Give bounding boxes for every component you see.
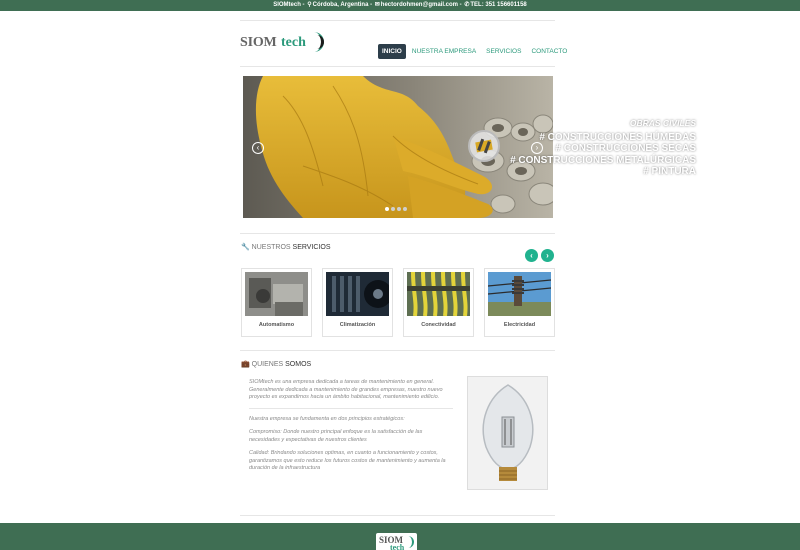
services-heading: 🔧 NUESTROS SERVICIOS bbox=[241, 243, 331, 251]
slide-line: # CONSTRUCCIONES METALÚRGICAS bbox=[510, 154, 696, 166]
about-heading-bold: SOMOS bbox=[285, 361, 312, 368]
services-next-button[interactable]: › bbox=[541, 249, 554, 262]
topbar-phone: TEL: 351 156601158 bbox=[470, 2, 527, 8]
divider bbox=[249, 407, 453, 409]
service-image bbox=[407, 272, 470, 316]
logo-swoosh-icon bbox=[314, 32, 324, 52]
hero-image bbox=[243, 76, 553, 218]
divider bbox=[240, 350, 555, 351]
slider-next-button[interactable]: › bbox=[531, 142, 543, 154]
slider-prev-button[interactable]: ‹ bbox=[252, 142, 264, 154]
service-card-climatizacion[interactable]: Climatización bbox=[322, 268, 393, 337]
services-heading-bold: SERVICIOS bbox=[292, 244, 331, 251]
service-label: Electricidad bbox=[503, 322, 536, 328]
logo-swoosh-icon bbox=[408, 536, 414, 548]
topbar-separator: - bbox=[458, 2, 464, 8]
footer-logo[interactable]: SIOM tech bbox=[376, 533, 417, 550]
service-image bbox=[245, 272, 308, 316]
divider bbox=[240, 515, 555, 516]
hero-slider[interactable] bbox=[243, 76, 553, 218]
logo-text-tech: tech bbox=[281, 35, 306, 50]
service-image bbox=[326, 272, 389, 316]
about-text: SIOMtech es una empresa dedicada a tarea… bbox=[249, 379, 453, 479]
nav-nuestra-empresa[interactable]: NUESTRA EMPRESA bbox=[408, 44, 480, 59]
briefcase-icon: 💼 bbox=[241, 361, 250, 368]
phone-icon: ✆ bbox=[464, 2, 470, 8]
topbar-separator: - bbox=[368, 2, 374, 8]
nav-inicio[interactable]: INICIO bbox=[378, 44, 406, 59]
nav-servicios[interactable]: SERVICIOS bbox=[482, 44, 525, 59]
site-logo[interactable]: SIOM tech bbox=[240, 30, 330, 54]
service-card-conectividad[interactable]: Conectividad bbox=[403, 268, 474, 337]
slider-dot[interactable] bbox=[397, 207, 401, 211]
about-paragraph: Calidad: Brindando soluciones optimas, e… bbox=[249, 450, 446, 471]
divider bbox=[240, 233, 555, 234]
services-prev-button[interactable]: ‹ bbox=[525, 249, 538, 262]
service-label: Conectividad bbox=[421, 322, 456, 328]
divider bbox=[240, 20, 555, 21]
top-contact-bar: SIOMtech - ⚲Córdoba, Argentina - ✉hector… bbox=[0, 0, 800, 11]
main-nav: INICIO NUESTRA EMPRESA SERVICIOS CONTACT… bbox=[378, 44, 573, 59]
topbar-email[interactable]: hectordohmen@gmail.com bbox=[381, 2, 458, 8]
topbar-brand: SIOMtech bbox=[273, 2, 301, 8]
services-heading-light: NUESTROS bbox=[251, 244, 291, 251]
logo-text-siom: SIOM bbox=[240, 35, 277, 50]
service-card-electricidad[interactable]: Electricidad bbox=[484, 268, 555, 337]
divider bbox=[240, 66, 555, 67]
about-paragraph: SIOMtech es una empresa dedicada a tarea… bbox=[249, 379, 443, 400]
about-paragraph: Compromiso: Donde nuestro principal enfo… bbox=[249, 429, 423, 443]
about-heading: 💼 QUIENES SOMOS bbox=[241, 360, 311, 368]
service-card-automatismo[interactable]: Automatismo bbox=[241, 268, 312, 337]
slider-dot[interactable] bbox=[391, 207, 395, 211]
slider-dot[interactable] bbox=[403, 207, 407, 211]
service-label: Climatización bbox=[339, 322, 376, 328]
slider-pagination bbox=[385, 207, 407, 211]
slide-photo-icon bbox=[468, 130, 500, 162]
nav-contacto[interactable]: CONTACTO bbox=[527, 44, 571, 59]
service-image bbox=[488, 272, 551, 316]
slide-line: # PINTURA bbox=[643, 166, 696, 177]
topbar-separator: - bbox=[300, 2, 307, 8]
about-paragraph: Nuestra empresa se fundamenta en dos pri… bbox=[249, 415, 405, 422]
slider-dot[interactable] bbox=[385, 207, 389, 211]
wrench-icon: 🔧 bbox=[241, 244, 250, 251]
map-pin-icon: ⚲ bbox=[307, 2, 312, 8]
about-heading-light: QUIENES bbox=[251, 361, 284, 368]
topbar-location: Córdoba, Argentina bbox=[312, 2, 369, 8]
service-label: Automatismo bbox=[258, 322, 295, 328]
footer-logo-text-tech: tech bbox=[390, 543, 405, 550]
envelope-icon: ✉ bbox=[374, 2, 380, 8]
slide-title: OBRAS CIVILES bbox=[629, 118, 696, 128]
about-photo bbox=[467, 376, 548, 490]
